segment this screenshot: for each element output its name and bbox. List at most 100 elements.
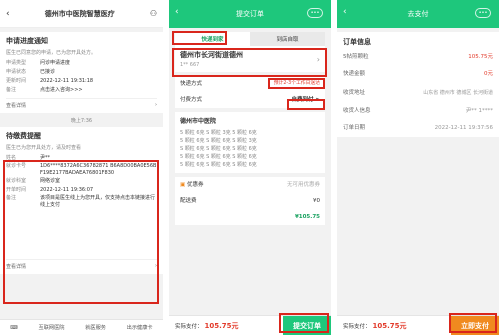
phone-submit-order: ‹ 提交订单 ••• 快递到家 到店自取 德州市长河街道德州 1** 667 ›… <box>169 0 331 335</box>
order-key: 快递金额 <box>343 71 366 77</box>
order-value: 0元 <box>484 71 493 77</box>
menu-medical-service[interactable]: 就医服务 <box>85 324 106 331</box>
payment-header: ‹ 去支付 ••• <box>337 0 499 28</box>
paytype-option[interactable]: 付费方式 自费到付 > <box>175 92 325 108</box>
consult-link[interactable]: 点击进入咨询>>> <box>40 86 157 95</box>
order-header: ‹ 提交订单 ••• <box>169 0 331 28</box>
notice-title: 申请进度通知 <box>6 37 48 45</box>
chevron-right-icon: › <box>316 55 320 64</box>
med-line: 5 颗粒 6克 S 颗粒 6克 S 颗粒 6克 <box>180 154 257 160</box>
more-icon[interactable]: ••• <box>475 8 491 18</box>
phone-payment: ‹ 去支付 ••• 订单信息 5帖煎颗粒 105.75元 快递金额 0元 收货地址 山… <box>337 0 499 335</box>
chat-title: 德州市中医院智慧医疗 <box>44 9 115 18</box>
order-pay-bar: 实际支付： 105.75元 提交订单 <box>169 315 331 335</box>
delivery-value: 预计2-3个工作日送达 <box>273 81 320 86</box>
coupon-label-wrap: ▣ 优惠券 <box>180 180 203 190</box>
order-row: 订单日期 2022-12-11 19:37:56 <box>337 120 499 137</box>
row-key: 备注 <box>6 87 17 93</box>
shipping-row: 配送费 ¥0 <box>175 193 325 209</box>
hospital-name: 德州市中医院 <box>180 118 217 125</box>
chevron-right-icon: › <box>155 102 157 108</box>
row-key: 更新时间 <box>6 78 27 84</box>
row-value: 2022-12-11 19:36:07 <box>40 187 94 193</box>
address-card[interactable]: 德州市长河街道德州 1** 667 › <box>175 46 325 72</box>
payment-bar: 实际支付： 105.75元 立即支付 <box>337 315 499 335</box>
coupon-label: 优惠券 <box>186 182 204 188</box>
order-value: 105.75元 <box>468 54 493 60</box>
medicine-list: 德州市中医院 5 颗粒 6克 S 颗粒 3克 5 颗粒 6克 5 颗粒 6克 S… <box>175 112 325 173</box>
row-value: 2022-12-11 19:31:18 <box>40 78 94 84</box>
pay-desc: 医生已为您开具处方，请及时查看 <box>6 145 82 151</box>
progress-notice-card[interactable]: 申请进度通知 医生已同意您的申请，已为您开具处方。 申请类型 问诊申请进度 申请状… <box>0 32 163 113</box>
order-key: 收货地址 <box>343 90 366 96</box>
tab-store-pickup[interactable]: 到店自取 <box>250 32 325 46</box>
row-key: 就诊科室 <box>6 178 27 184</box>
menu-internet-hospital[interactable]: 互联网医院 <box>39 324 65 331</box>
med-line: S 颗粒 6克 S 颗粒 6克 S 颗粒 6克 <box>180 146 257 152</box>
paytype-value: 自费到付 > <box>291 97 320 103</box>
paytype-label: 付费方式 <box>180 97 203 103</box>
row-key: 申请状态 <box>6 69 27 75</box>
row-value: 网络诊室 <box>40 178 61 184</box>
pay-label: 实际支付： <box>175 323 203 330</box>
view-detail-label: 查看详情 <box>6 103 27 109</box>
order-value: 尹** 1**** <box>465 108 493 114</box>
order-row: 收货人信息 尹** 1**** <box>337 103 499 120</box>
view-detail-link[interactable]: 查看详情 › <box>6 98 157 109</box>
row-value: 问诊申请进度 <box>40 60 71 66</box>
view-detail-link-2[interactable]: 查看详情 › <box>6 259 157 270</box>
med-line: 5 颗粒 6克 S 颗粒 6克 S 颗粒 3克 <box>180 138 257 144</box>
row-key: 就诊卡号 <box>6 163 27 169</box>
order-key: 订单日期 <box>343 125 366 131</box>
order-key: 收货人信息 <box>343 108 371 114</box>
subtotal-row: ¥105.75 <box>175 209 325 225</box>
row-key: 姓名 <box>6 155 17 161</box>
back-icon[interactable]: ‹ <box>343 7 347 17</box>
row-value: 尹** <box>40 155 51 161</box>
coupon-value: 无可用优惠券 <box>286 182 320 188</box>
med-line: 5 颗粒 6克 S 颗粒 6克 S 颗粒 6克 <box>180 162 257 168</box>
menu-health-card[interactable]: 出示健康卡 <box>127 324 153 331</box>
coupon-row[interactable]: ▣ 优惠券 无可用优惠券 <box>175 177 325 193</box>
chat-header: ‹ 德州市中医院智慧医疗 ⚇ <box>0 0 163 28</box>
screenshot-collage: ‹ 德州市中医院智慧医疗 ⚇ 申请进度通知 医生已同意您的申请，已为您开具处方。… <box>0 0 499 335</box>
row-key: 开单时间 <box>6 187 27 193</box>
order-row: 快递金额 0元 <box>337 66 499 83</box>
order-row: 5帖煎颗粒 105.75元 <box>337 49 499 66</box>
tab-home-delivery[interactable]: 快递到家 <box>175 32 250 46</box>
pay-title: 待缴费提醒 <box>6 132 41 140</box>
row-value: 已接诊 <box>40 69 56 75</box>
chevron-right-icon: › <box>155 263 157 269</box>
subtotal-value: ¥105.75 <box>294 214 320 220</box>
address-sub: 1** 667 <box>180 62 200 68</box>
keyboard-icon[interactable]: ⌨ <box>10 325 18 331</box>
pay-amount: 105.75元 <box>204 321 239 330</box>
notice-desc: 医生已同意您的申请，已为您开具处方。 <box>6 50 97 56</box>
chat-timestamp: 晚上7:36 <box>70 118 93 124</box>
delivery-tabs: 快递到家 到店自取 <box>175 32 325 46</box>
page-title: 提交订单 <box>236 10 264 18</box>
more-icon[interactable]: ••• <box>307 8 323 18</box>
order-value: 2022-12-11 19:37:56 <box>434 125 493 131</box>
page-title: 去支付 <box>407 10 429 18</box>
delivery-option[interactable]: 快递方式 预计2-3个工作日送达 <box>175 76 325 92</box>
address-text: 德州市长河街道德州 <box>180 51 243 59</box>
row-key: 申请类型 <box>6 60 27 66</box>
order-value: 山东省 德州市 德城区 长河街道 <box>423 90 493 96</box>
med-line: 5 颗粒 6克 S 颗粒 3克 5 颗粒 6克 <box>180 130 257 136</box>
pay-now-button[interactable]: 立即支付 <box>451 315 499 335</box>
phone-wechat-notifications: ‹ 德州市中医院智慧医疗 ⚇ 申请进度通知 医生已同意您的申请，已为您开具处方。… <box>0 0 163 335</box>
row-value: 1D6****8372A6C36782871 B6A8D00BA0E56BF19… <box>40 163 157 176</box>
pay-amount: 105.75元 <box>372 321 407 330</box>
shipping-label: 配送费 <box>180 198 197 204</box>
back-icon[interactable]: ‹ <box>175 7 179 17</box>
pay-label: 实际支付： <box>343 323 371 330</box>
delivery-label: 快递方式 <box>180 81 203 87</box>
order-row: 收货地址 山东省 德州市 德城区 长河街道 <box>337 83 499 103</box>
order-key: 5帖煎颗粒 <box>343 54 369 60</box>
submit-order-button[interactable]: 提交订单 <box>283 315 331 335</box>
shipping-value: ¥0 <box>313 198 320 204</box>
row-key: 备注 <box>6 195 17 201</box>
payment-reminder-card[interactable]: 待缴费提醒 医生已为您开具处方，请及时查看 姓名 尹** 就诊卡号 1D6****8… <box>0 127 163 274</box>
profile-icon[interactable]: ⚇ <box>150 9 157 18</box>
